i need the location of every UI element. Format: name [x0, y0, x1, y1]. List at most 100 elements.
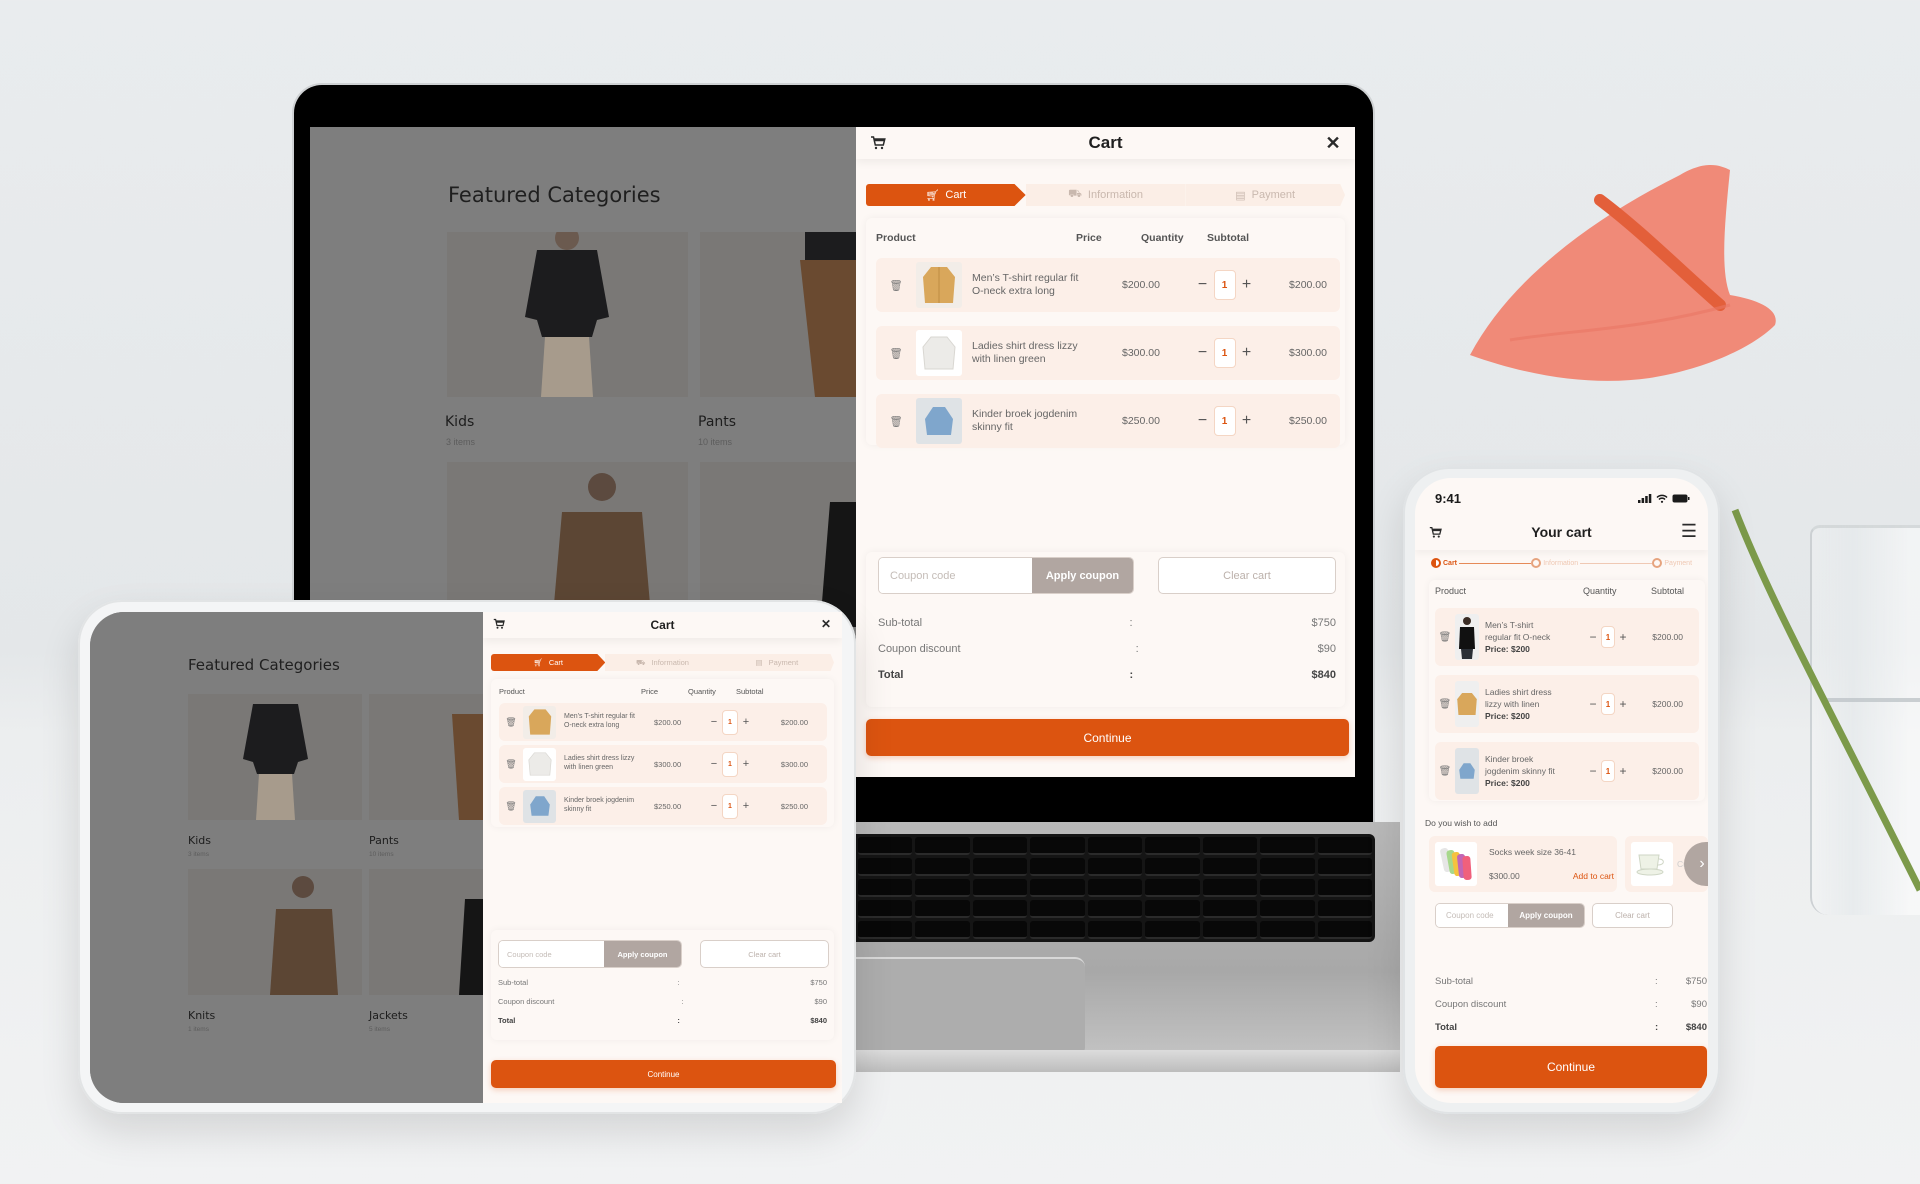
continue-button[interactable]: Continue [491, 1060, 836, 1088]
subtotal-value: $750 [1311, 617, 1336, 629]
continue-button[interactable]: Continue [866, 719, 1349, 756]
qty-plus-button[interactable]: + [1236, 276, 1258, 294]
clear-cart-button[interactable]: Clear cart [1592, 903, 1673, 928]
clear-cart-button[interactable]: Clear cart [700, 940, 829, 968]
qty-plus-button[interactable]: + [1236, 412, 1258, 430]
trash-icon[interactable]: 🗑︎ [880, 279, 912, 292]
trash-icon[interactable]: 🗑︎ [499, 801, 523, 812]
step-cart-dot[interactable] [1431, 558, 1441, 568]
trash-icon[interactable]: 🗑︎ [880, 415, 912, 428]
qty-value[interactable]: 1 [1213, 338, 1236, 368]
step-payment[interactable]: ▤ Payment [719, 654, 834, 671]
coupon-code-input[interactable] [499, 941, 604, 967]
step-cart[interactable]: 🛒︎ Cart [866, 184, 1026, 206]
trash-icon[interactable]: 🗑︎ [499, 717, 523, 728]
qty-plus-button[interactable]: + [1236, 344, 1258, 362]
step-information[interactable]: ⛟ Information [605, 654, 720, 671]
qty-minus-button[interactable]: − [1585, 764, 1601, 778]
qty-minus-button[interactable]: − [706, 800, 722, 812]
add-to-cart-link[interactable]: Add to cart [1573, 871, 1614, 881]
category-card-pants[interactable] [369, 694, 484, 820]
step-information-dot[interactable] [1531, 558, 1542, 568]
category-card-kids[interactable] [447, 232, 688, 397]
trash-icon[interactable]: 🗑︎ [499, 759, 523, 770]
qty-plus-button[interactable]: + [1615, 764, 1631, 778]
subtotal-row: Sub-total : $750 [1435, 976, 1707, 987]
step-information-label[interactable]: Information [1543, 560, 1578, 567]
trash-icon[interactable]: 🗑︎ [1435, 766, 1455, 777]
phone-screen: 9:41 Your cart ☰ Cart Information Paymen… [1415, 478, 1708, 1103]
category-name-jackets: Jackets [369, 1009, 408, 1022]
qty-value[interactable]: 1 [1601, 626, 1615, 648]
category-card-kids[interactable] [188, 694, 362, 820]
qty-minus-button[interactable]: − [1585, 630, 1601, 644]
cart-header: Cart ✕ [856, 127, 1355, 159]
qty-minus-button[interactable]: − [706, 758, 722, 770]
upsell-title: Do you wish to add [1425, 818, 1498, 828]
cart-row: 🗑︎ Ladies shirt dress lizzy with linen gr… [499, 745, 827, 783]
continue-button[interactable]: Continue [1435, 1046, 1707, 1088]
coupon-code-input[interactable] [1436, 904, 1508, 927]
apply-coupon-button[interactable]: Apply coupon [1032, 558, 1133, 593]
row-subtotal: $300.00 [780, 759, 808, 769]
socks-thumb [1435, 842, 1477, 886]
coupon-code-input[interactable] [879, 558, 1032, 593]
qty-value[interactable]: 1 [1213, 406, 1236, 436]
qty-value[interactable]: 1 [722, 709, 738, 735]
category-card-pants[interactable] [700, 232, 860, 397]
qty-value[interactable]: 1 [1601, 760, 1615, 782]
qty-minus-button[interactable]: − [706, 716, 722, 728]
qty-value[interactable]: 1 [1213, 270, 1236, 300]
product-price: $300.00 [654, 759, 682, 769]
qty-minus-button[interactable]: − [1585, 697, 1601, 711]
featured-categories-title: Featured Categories [448, 183, 661, 207]
qty-value[interactable]: 1 [722, 751, 738, 777]
step-payment[interactable]: ▤ Payment [1185, 184, 1346, 206]
apply-coupon-button[interactable]: Apply coupon [604, 941, 681, 967]
mobile-checkout-steps: Cart Information Payment [1431, 556, 1694, 570]
cart-icon[interactable] [1427, 524, 1443, 540]
step-payment-label[interactable]: Payment [1664, 560, 1692, 567]
qty-minus-button[interactable]: − [1192, 412, 1214, 430]
apply-coupon-button[interactable]: Apply coupon [1508, 904, 1584, 927]
laptop-keyboard-base [855, 822, 1400, 1072]
trash-icon[interactable]: 🗑︎ [880, 347, 912, 360]
product-price: $300.00 [1122, 347, 1160, 359]
category-card-jackets[interactable] [369, 869, 484, 995]
step-cart-label[interactable]: Cart [1443, 560, 1457, 567]
cart-title: Cart [1088, 133, 1123, 152]
cart-icon: 🛒︎ [925, 189, 940, 202]
qty-plus-button[interactable]: + [1615, 697, 1631, 711]
qty-plus-button[interactable]: + [738, 800, 754, 812]
close-icon[interactable]: ✕ [818, 616, 834, 632]
qty-minus-button[interactable]: − [1192, 276, 1214, 294]
step-cart[interactable]: 🛒︎ Cart [491, 654, 606, 671]
cart-icon[interactable] [491, 616, 507, 632]
quantity-stepper: − 1 + [1575, 626, 1641, 648]
cart-drawer: Cart ✕ 🛒︎ Cart ⛟ Information ▤ Payment Prod… [483, 612, 842, 1103]
coupon-group: Apply coupon [878, 557, 1134, 594]
row-subtotal: $200.00 [1652, 766, 1683, 776]
qty-minus-button[interactable]: − [1192, 344, 1214, 362]
clear-cart-button[interactable]: Clear cart [1158, 557, 1336, 594]
mobile-cart-title: Your cart [1531, 524, 1592, 540]
close-icon[interactable]: ✕ [1323, 133, 1343, 153]
trash-icon[interactable]: 🗑︎ [1435, 632, 1455, 643]
cart-icon[interactable] [868, 133, 888, 153]
trash-icon[interactable]: 🗑︎ [1435, 699, 1455, 710]
step-information[interactable]: ⛟ Information [1025, 184, 1186, 206]
qty-plus-button[interactable]: + [738, 758, 754, 770]
qty-plus-button[interactable]: + [738, 716, 754, 728]
category-count-kids: 3 items [446, 437, 476, 447]
total-row: Total : $840 [1435, 1022, 1707, 1033]
qty-value[interactable]: 1 [722, 793, 738, 819]
hamburger-menu-icon[interactable]: ☰ [1680, 521, 1698, 541]
category-card-knits[interactable] [188, 869, 362, 995]
discount-value: $90 [814, 997, 827, 1006]
qty-value[interactable]: 1 [1601, 693, 1615, 715]
step-payment-dot[interactable] [1652, 558, 1663, 568]
category-count-knits: 1 items [188, 1026, 209, 1033]
qty-plus-button[interactable]: + [1615, 630, 1631, 644]
mobile-cart-row: 🗑︎ Kinder broek jogdenim skinny fit Price:… [1435, 742, 1699, 800]
product-name: Kinder broek jogdenim [972, 407, 1078, 420]
